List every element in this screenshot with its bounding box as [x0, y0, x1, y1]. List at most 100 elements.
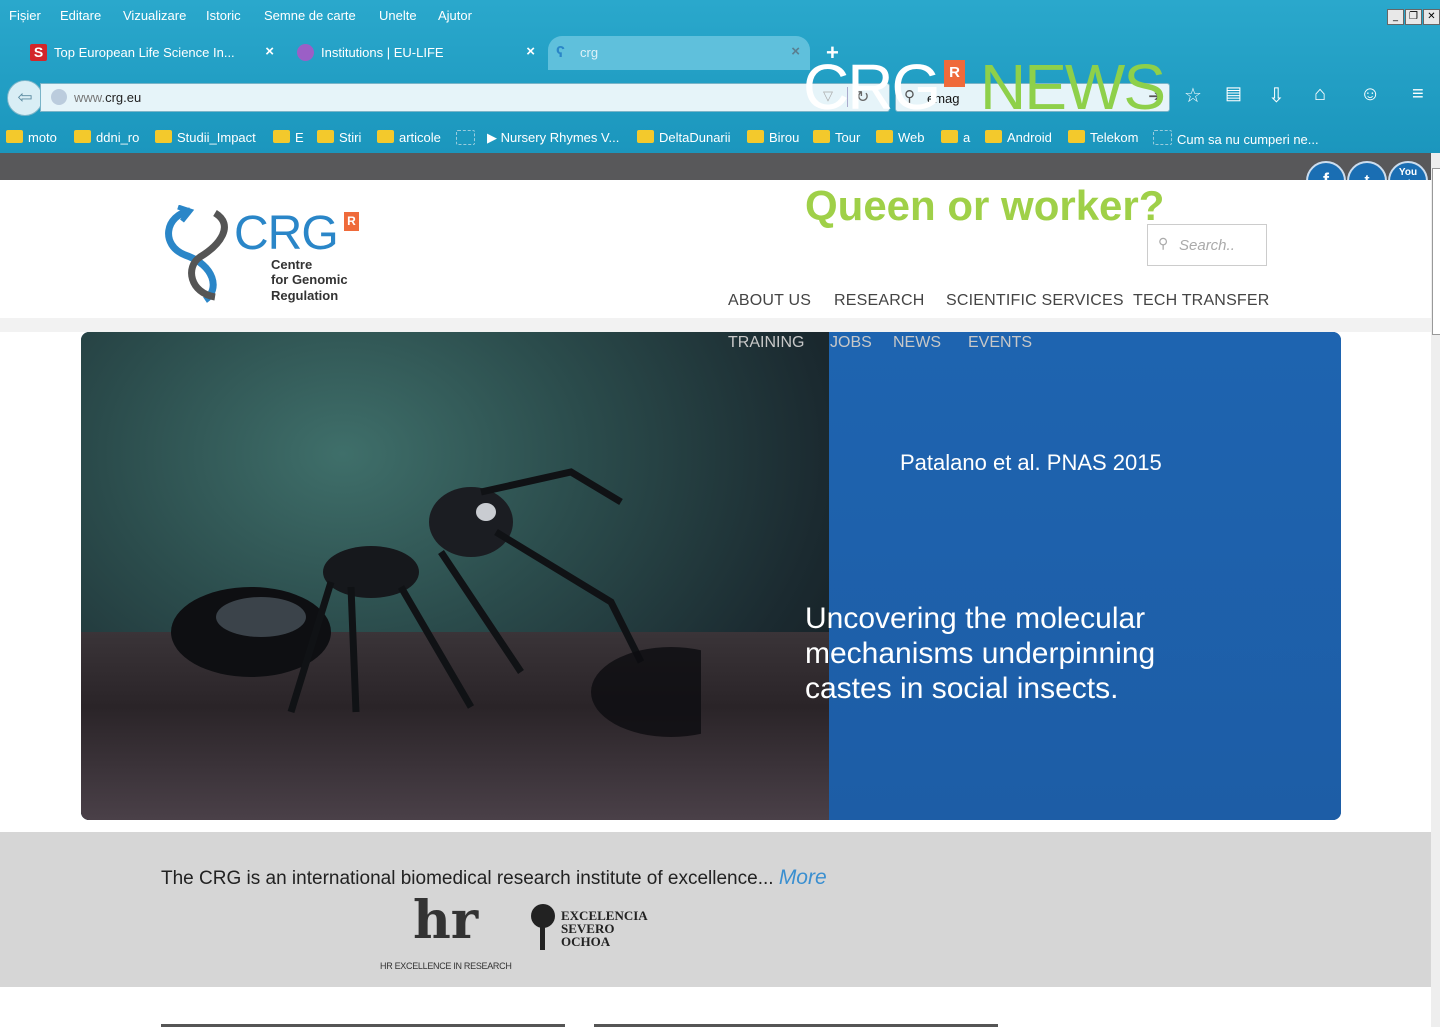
top-strip	[0, 153, 1431, 180]
logo-badge: R	[344, 212, 359, 231]
bookmark-folder[interactable]: Stiri	[317, 130, 361, 145]
restore-icon[interactable]: ❐	[1405, 9, 1422, 25]
news-panel	[829, 332, 1341, 820]
folder-icon	[377, 130, 394, 143]
bookmarks-bar: moto ddni_ro Studii_Impact E Stiri artic…	[0, 126, 1440, 150]
severo-ochoa-seal-icon	[531, 904, 555, 928]
reading-list-icon[interactable]: ▤	[1225, 83, 1242, 104]
bookmark-folder[interactable]: Tour	[813, 130, 860, 145]
banner-subtitle: mechanisms underpinning	[805, 637, 1156, 670]
ant-image	[171, 468, 701, 737]
folder-icon	[637, 130, 654, 143]
url-prefix: www.	[74, 90, 106, 105]
tab-label: Top European Life Science In...	[54, 45, 235, 60]
excelencia-line[interactable]: OCHOA	[561, 934, 610, 950]
menu-edit[interactable]: Editare	[60, 8, 101, 23]
menu-bar: Fișier Editare Vizualizare Istoric Semne…	[0, 5, 1440, 29]
bookmark-folder[interactable]: moto	[6, 130, 57, 145]
hr-caption: HR EXCELLENCE IN RESEARCH	[380, 961, 512, 971]
folder-icon	[941, 130, 958, 143]
url-bar[interactable]: www.crg.eu ▽ ↻	[40, 83, 890, 112]
tab-eu-life[interactable]: Institutions | EU-LIFE ×	[289, 36, 545, 70]
nav-news[interactable]: NEWS	[893, 334, 941, 352]
chat-icon[interactable]: ☺	[1360, 83, 1380, 106]
nav-scientific-services[interactable]: SCIENTIFIC SERVICES	[946, 292, 1124, 310]
tab-crg-active[interactable]: ʕ crg ×	[548, 36, 810, 70]
tab-close-icon[interactable]: ×	[791, 43, 800, 60]
banner-citation: Patalano et al. PNAS 2015	[900, 450, 1162, 475]
tab-label: Institutions | EU-LIFE	[321, 45, 444, 60]
url-domain: crg.eu	[105, 90, 142, 105]
crg-favicon-icon: ʕ	[556, 44, 565, 61]
folder-icon	[273, 130, 290, 143]
tab-top-european[interactable]: S Top European Life Science In... ×	[22, 36, 284, 70]
s-favicon-icon: S	[30, 44, 47, 61]
folder-icon	[813, 130, 830, 143]
folder-icon	[747, 130, 764, 143]
minimize-icon[interactable]: _	[1387, 9, 1404, 25]
back-button[interactable]: ⇦	[7, 80, 43, 116]
bookmark-folder[interactable]: articole	[377, 130, 441, 145]
menu-view[interactable]: Vizualizare	[123, 8, 186, 23]
bookmark-folder[interactable]: Studii_Impact	[155, 130, 256, 145]
close-window-icon[interactable]: ✕	[1423, 9, 1440, 25]
browser-chrome: Fișier Editare Vizualizare Istoric Semne…	[0, 0, 1440, 153]
bookmark-folder[interactable]: Android	[985, 130, 1052, 145]
bookmark-star-icon[interactable]: ☆	[1184, 83, 1202, 108]
bookmark-folder[interactable]: ddni_ro	[74, 130, 139, 145]
nav-events[interactable]: EVENTS	[968, 334, 1032, 352]
menu-help[interactable]: Ajutor	[438, 8, 472, 23]
nav-tech-transfer[interactable]: TECH TRANSFER	[1133, 292, 1270, 310]
globe-icon	[51, 89, 67, 105]
more-link[interactable]: More	[779, 866, 827, 889]
download-icon[interactable]: ⇩	[1268, 83, 1285, 108]
severo-ochoa-seal-stem	[540, 926, 545, 950]
folder-icon	[155, 130, 172, 143]
folder-icon	[74, 130, 91, 143]
bookmark-folder[interactable]: a	[941, 130, 970, 145]
about-band	[0, 832, 1431, 987]
logo-text: CRG	[234, 207, 339, 260]
menu-tools[interactable]: Unelte	[379, 8, 417, 23]
menu-bookmarks[interactable]: Semne de carte	[264, 8, 356, 23]
folder-icon	[1068, 130, 1085, 143]
bookmark-folder[interactable]: DeltaDunarii	[637, 130, 731, 145]
menu-history[interactable]: Istoric	[206, 8, 241, 23]
bookmark-page[interactable]	[456, 130, 480, 147]
home-icon[interactable]: ⌂	[1314, 83, 1326, 106]
bookmark-folder[interactable]: Web	[876, 130, 925, 145]
folder-icon	[6, 130, 23, 143]
site-search-input[interactable]: ⚲ Search..	[1147, 224, 1267, 266]
bookmark-folder[interactable]: E	[273, 130, 304, 145]
menu-file[interactable]: Fișier	[9, 8, 41, 23]
tab-close-icon[interactable]: ×	[265, 43, 274, 60]
crg-logo-icon[interactable]	[160, 205, 242, 305]
scrollbar-thumb[interactable]	[1432, 168, 1440, 335]
hamburger-menu-icon[interactable]: ≡	[1412, 83, 1424, 106]
news-banner[interactable]	[81, 332, 1341, 820]
window-controls: _ ❐ ✕	[1386, 6, 1440, 25]
search-icon: ⚲	[1158, 235, 1169, 251]
banner-subtitle: Uncovering the molecular	[805, 602, 1146, 635]
page-icon	[456, 130, 475, 145]
bookmark-folder[interactable]: Telekom	[1068, 130, 1138, 145]
page-icon	[1153, 130, 1172, 145]
nav-jobs[interactable]: JOBS	[830, 334, 872, 352]
bookmark-link[interactable]: ▶ Nursery Rhymes V...	[487, 130, 619, 146]
bookmark-page[interactable]: Cum sa nu cumperi ne...	[1153, 130, 1319, 147]
back-arrow-icon: ⇦	[17, 87, 33, 107]
about-sentence: The CRG is an international biomedical r…	[161, 868, 774, 889]
logo-subtitle: for Genomic	[271, 272, 348, 287]
bookmark-folder[interactable]: Birou	[747, 130, 799, 145]
nav-about-us[interactable]: ABOUT US	[728, 292, 811, 310]
hr-logo[interactable]: hr	[413, 890, 478, 951]
banner-news-word: NEWS	[980, 51, 1166, 123]
banner-subtitle: castes in social insects.	[805, 672, 1119, 705]
tab-close-icon[interactable]: ×	[526, 43, 535, 60]
folder-icon	[985, 130, 1002, 143]
nav-research[interactable]: RESEARCH	[834, 292, 925, 310]
folder-icon	[317, 130, 334, 143]
banner-badge: R	[944, 60, 965, 87]
tab-label: crg	[580, 45, 599, 60]
nav-training[interactable]: TRAINING	[728, 334, 804, 352]
